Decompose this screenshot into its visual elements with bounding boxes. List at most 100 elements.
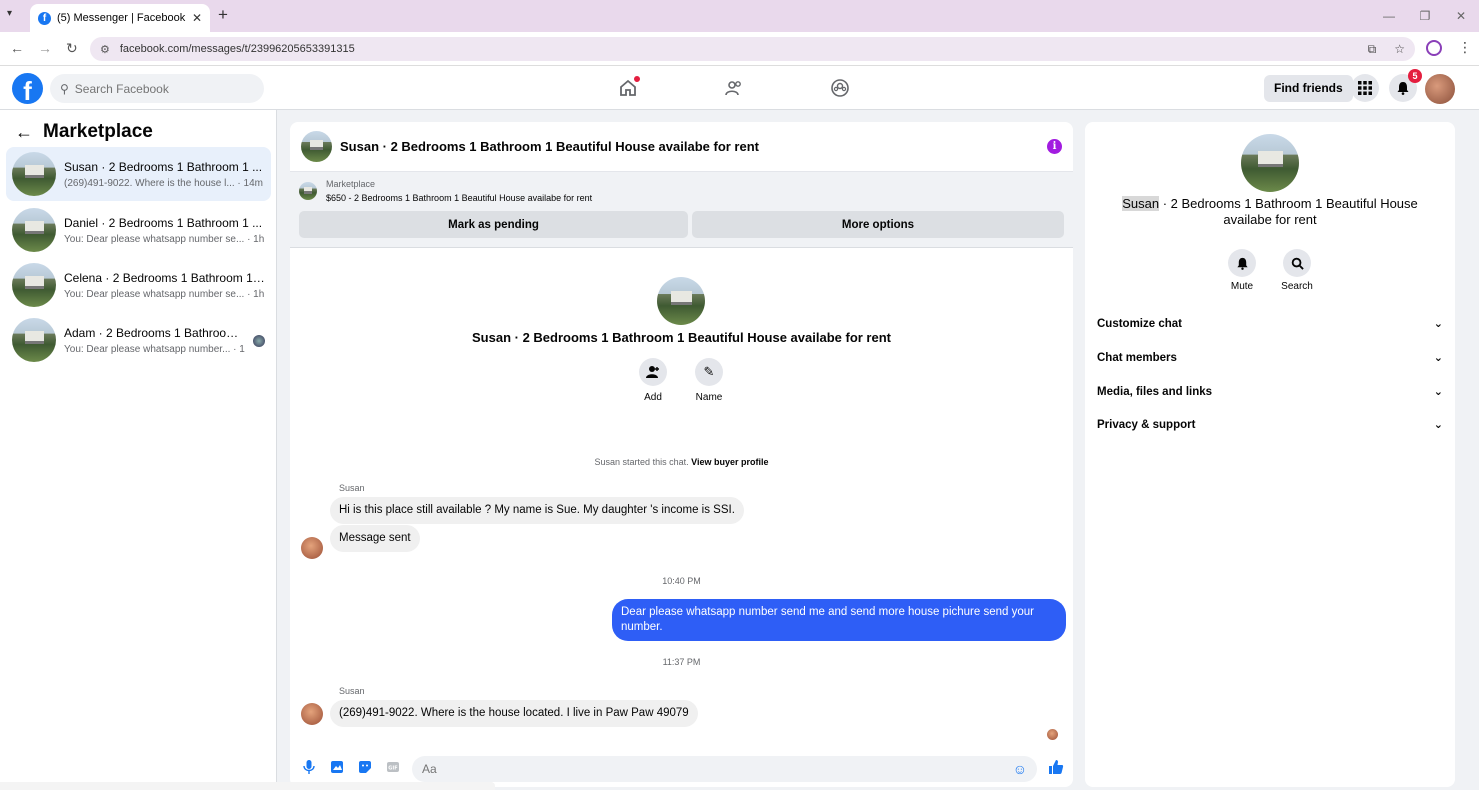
site-info-icon[interactable]: ⚙ — [100, 43, 110, 56]
view-buyer-profile-link[interactable]: View buyer profile — [691, 457, 768, 467]
marketplace-title: Marketplace — [43, 121, 153, 142]
started-chat-text: Susan started this chat. — [594, 457, 689, 467]
facebook-logo-icon[interactable]: f — [12, 73, 43, 104]
chevron-down-icon: ⌄ — [1433, 352, 1443, 364]
marketplace-header: ← Marketplace — [15, 121, 153, 143]
conversation-item[interactable]: Daniel · 2 Bedrooms 1 Bathroom 1 ... You… — [6, 203, 271, 257]
incoming-message[interactable]: Hi is this place still available ? My na… — [330, 497, 744, 524]
chat-pane: Susan · 2 Bedrooms 1 Bathroom 1 Beautifu… — [290, 122, 1073, 787]
incoming-message[interactable]: (269)491-9022. Where is the house locate… — [330, 700, 698, 727]
menu-grid-icon[interactable] — [1351, 74, 1379, 102]
emoji-icon[interactable]: ☺ — [1013, 761, 1027, 777]
read-receipt-avatar — [1047, 729, 1058, 740]
pencil-icon: ✎ — [695, 358, 723, 386]
facebook-search-input[interactable] — [74, 81, 245, 96]
browser-status-bar — [0, 782, 495, 790]
find-friends-button[interactable]: Find friends — [1264, 75, 1353, 102]
chat-title[interactable]: Susan · 2 Bedrooms 1 Bathroom 1 Beautifu… — [340, 139, 1039, 154]
chat-members-section[interactable]: Chat members ⌄ — [1097, 351, 1443, 365]
search-icon — [1283, 249, 1311, 277]
system-message: Susan started this chat. View buyer prof… — [290, 457, 1073, 467]
message-input[interactable] — [422, 761, 1013, 776]
tab-list-icon[interactable]: ▾ — [7, 8, 12, 19]
conversation-list-pane: ← Marketplace Susan · 2 Bedrooms 1 Bathr… — [0, 110, 277, 790]
url-text: facebook.com/messages/t/2399620565339131… — [119, 43, 355, 55]
sender-name: Susan — [339, 483, 365, 493]
message-input-box[interactable]: ☺ — [412, 755, 1037, 782]
mark-as-pending-button[interactable]: Mark as pending — [299, 211, 688, 238]
browser-profile-icon[interactable] — [1426, 40, 1442, 56]
section-label: Chat members — [1097, 351, 1177, 364]
facebook-favicon-icon: f — [38, 11, 51, 25]
search-in-conversation-button[interactable]: Search — [1279, 249, 1315, 292]
conversation-name: Daniel · 2 Bedrooms 1 Bathroom 1 ... — [64, 215, 263, 230]
conversation-item[interactable]: Adam · 2 Bedrooms 1 Bathroom ... You: De… — [6, 313, 271, 367]
conversation-preview: You: Dear please whatsapp number se... ·… — [64, 288, 265, 300]
conversation-name: Susan · 2 Bedrooms 1 Bathroom 1 ... — [64, 159, 263, 174]
minimize-icon[interactable]: — — [1371, 0, 1407, 32]
incoming-message[interactable]: Message sent — [330, 525, 420, 552]
photo-icon[interactable] — [328, 760, 346, 777]
sticker-icon[interactable] — [356, 760, 374, 777]
bell-icon — [1228, 249, 1256, 277]
restore-icon[interactable]: ❐ — [1407, 0, 1443, 32]
section-label: Customize chat — [1097, 317, 1182, 330]
facebook-search[interactable]: ⚲ — [50, 74, 264, 103]
conversation-item[interactable]: Susan · 2 Bedrooms 1 Bathroom 1 ... (269… — [6, 147, 271, 201]
conversation-name: Celena · 2 Bedrooms 1 Bathroom 1 ... — [64, 270, 265, 285]
listing-thumbnail — [12, 318, 56, 362]
section-label: Privacy & support — [1097, 418, 1196, 431]
outgoing-message[interactable]: Dear please whatsapp number send me and … — [612, 599, 1066, 641]
conversation-info-icon[interactable]: i — [1047, 139, 1062, 154]
install-app-icon[interactable]: ⧉ — [1368, 42, 1377, 57]
marketplace-label: Marketplace — [326, 179, 376, 189]
browser-menu-icon[interactable]: ⋮ — [1458, 39, 1472, 56]
back-icon[interactable]: ← — [10, 40, 24, 56]
microphone-icon[interactable] — [300, 760, 318, 777]
privacy-support-section[interactable]: Privacy & support ⌄ — [1097, 418, 1443, 432]
account-avatar[interactable] — [1425, 74, 1455, 104]
add-people-button[interactable]: Add — [639, 358, 667, 403]
chevron-down-icon: ⌄ — [1433, 386, 1443, 398]
section-label: Media, files and links — [1097, 385, 1213, 398]
window-controls: — ❐ ✕ — [1371, 0, 1479, 32]
forward-icon[interactable]: → — [38, 40, 52, 56]
home-icon[interactable] — [616, 76, 640, 100]
close-tab-icon[interactable]: ✕ — [192, 11, 202, 25]
facebook-header: f ⚲ Find friends — [0, 66, 1479, 110]
chat-thumbnail[interactable] — [301, 131, 332, 162]
add-person-icon — [639, 358, 667, 386]
sender-avatar[interactable] — [301, 703, 323, 725]
new-tab-icon[interactable]: + — [218, 5, 228, 25]
chevron-down-icon: ⌄ — [1433, 419, 1443, 431]
browser-tab[interactable]: f (5) Messenger | Facebook ✕ — [30, 4, 210, 32]
conversation-preview: You: Dear please whatsapp number se... ·… — [64, 233, 265, 245]
customize-chat-section[interactable]: Customize chat ⌄ — [1097, 317, 1443, 331]
svg-text:GIF: GIF — [388, 766, 397, 772]
chat-header: Susan · 2 Bedrooms 1 Bathroom 1 Beautifu… — [290, 122, 1073, 172]
back-arrow-icon[interactable]: ← — [15, 122, 33, 143]
seen-avatar — [253, 335, 265, 347]
more-options-button[interactable]: More options — [692, 211, 1064, 238]
gif-icon[interactable]: GIF — [384, 760, 402, 777]
sender-avatar[interactable] — [301, 537, 323, 559]
reload-icon[interactable]: ↻ — [66, 40, 78, 57]
thumbs-up-icon[interactable] — [1047, 759, 1065, 778]
conversation-details-pane: Susan · 2 Bedrooms 1 Bathroom 1 Beautifu… — [1085, 122, 1455, 787]
bookmark-star-icon[interactable]: ☆ — [1394, 42, 1405, 56]
close-window-icon[interactable]: ✕ — [1443, 0, 1479, 32]
listing-thumbnail — [12, 208, 56, 252]
groups-icon[interactable] — [828, 76, 852, 100]
listing-thumbnail — [12, 263, 56, 307]
marketplace-listing-bar: Marketplace $650 - 2 Bedrooms 1 Bathroom… — [290, 172, 1073, 248]
details-title: Susan · 2 Bedrooms 1 Bathroom 1 Beautifu… — [1105, 196, 1435, 228]
chevron-down-icon: ⌄ — [1433, 318, 1443, 330]
rename-button[interactable]: ✎ Name — [694, 358, 724, 403]
listing-description[interactable]: $650 - 2 Bedrooms 1 Bathroom 1 Beautiful… — [326, 193, 592, 203]
media-files-links-section[interactable]: Media, files and links ⌄ — [1097, 385, 1443, 399]
conversation-item[interactable]: Celena · 2 Bedrooms 1 Bathroom 1 ... You… — [6, 258, 271, 312]
url-field[interactable]: ⚙ facebook.com/messages/t/23996205653391… — [90, 37, 1415, 61]
friends-icon[interactable] — [722, 76, 746, 100]
mute-button[interactable]: Mute — [1227, 249, 1257, 292]
details-title-name: Susan — [1122, 196, 1160, 211]
